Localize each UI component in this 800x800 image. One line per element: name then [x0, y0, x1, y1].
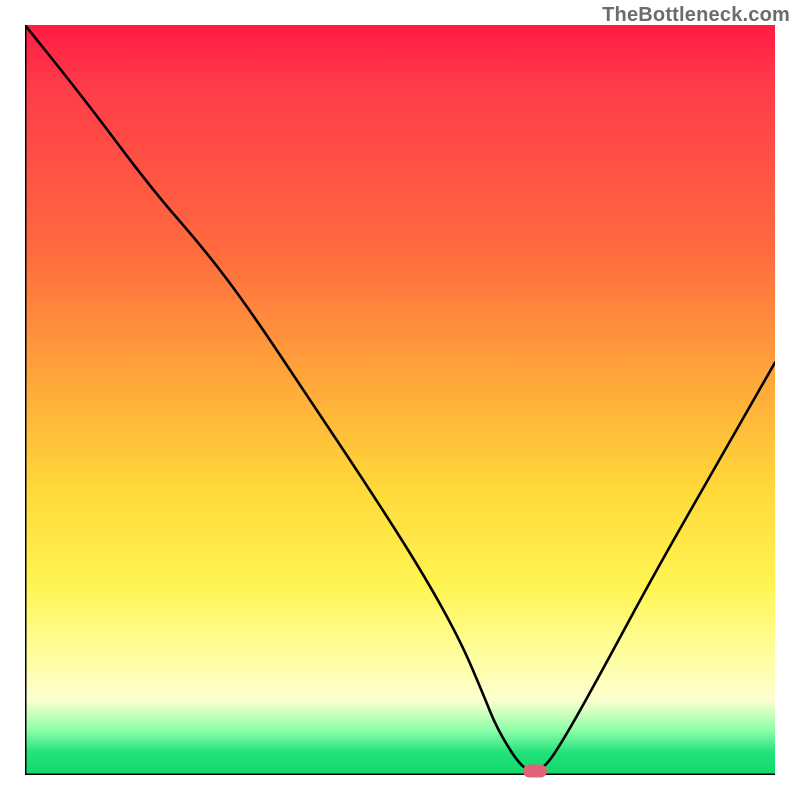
viewport: TheBottleneck.com: [0, 0, 800, 800]
plot-area: [25, 25, 775, 775]
bottleneck-curve: [25, 25, 775, 771]
watermark-text: TheBottleneck.com: [602, 4, 790, 27]
optimum-marker: [523, 765, 547, 778]
chart-svg: [25, 25, 775, 775]
